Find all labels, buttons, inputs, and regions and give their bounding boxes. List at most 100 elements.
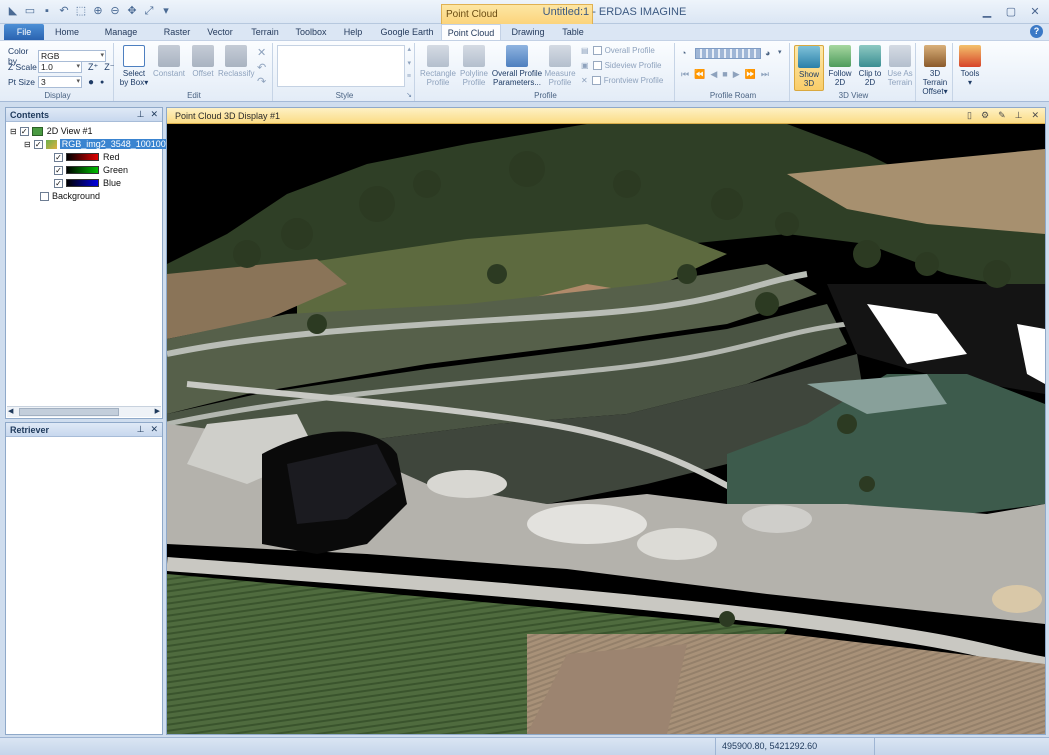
select-by-box-button[interactable]: Select by Box▾ <box>118 45 150 91</box>
style-launcher-icon[interactable]: ↘ <box>406 91 412 99</box>
undo-icon[interactable]: ↶ <box>57 4 71 18</box>
roam-reverse-icon[interactable]: ◀ <box>710 69 717 80</box>
redo-edit-icon[interactable]: ↷ <box>257 75 266 88</box>
contents-scrollbar[interactable]: ◀ ▶ <box>7 406 161 417</box>
rectangle-profile-button[interactable]: Rectangle Profile <box>419 45 457 91</box>
save-icon[interactable]: ▪ <box>40 4 54 18</box>
background-checkbox[interactable] <box>40 191 49 201</box>
layer-name[interactable]: RGB_img2_3548_10010013 <box>59 139 178 149</box>
tab-toolbox[interactable]: Toolbox <box>294 24 328 40</box>
tab-raster[interactable]: Raster <box>162 24 192 40</box>
view-checkbox[interactable]: ✓ <box>19 126 29 136</box>
overall-profile-checkbox[interactable] <box>592 46 602 55</box>
close-icon[interactable]: ✕ <box>1029 5 1041 18</box>
gallery-down-icon[interactable]: ▾ <box>407 59 411 67</box>
band-item-blue[interactable]: ✓ Blue <box>54 177 121 189</box>
show-3d-button[interactable]: Show 3D <box>794 45 824 91</box>
tab-google-earth[interactable]: Google Earth <box>380 24 434 40</box>
pin-icon[interactable]: ⊥ <box>137 424 145 435</box>
point-size-increase-icon[interactable]: ● <box>88 77 94 88</box>
maximize-icon[interactable]: ▢ <box>1005 5 1017 18</box>
tab-terrain[interactable]: Terrain <box>249 24 281 40</box>
band-checkbox[interactable]: ✓ <box>54 178 63 188</box>
layer-checkbox[interactable]: ✓ <box>33 139 43 149</box>
roam-stop-icon[interactable]: ■ <box>722 69 727 80</box>
roam-speed-slider[interactable] <box>695 48 761 59</box>
constant-button[interactable]: Constant <box>152 45 186 91</box>
tab-table[interactable]: Table <box>560 24 586 40</box>
zoom-out-icon[interactable]: ⊖ <box>108 4 122 18</box>
view-menu-icon[interactable]: ▯ <box>967 110 972 121</box>
select-icon[interactable]: ⬚ <box>74 4 88 18</box>
frontview-profile-checkbox[interactable] <box>591 76 601 85</box>
point-size-decrease-icon[interactable]: ● <box>100 79 104 86</box>
customize-qat-icon[interactable]: ▾ <box>159 4 173 18</box>
terrain-offset-button[interactable]: 3D Terrain Offset▾ <box>917 45 953 96</box>
scroll-right-icon[interactable]: ▶ <box>155 407 160 415</box>
band-item-green[interactable]: ✓ Green <box>54 164 128 176</box>
point-cloud-3d-canvas[interactable] <box>167 124 1045 734</box>
overall-profile-parameters-button[interactable]: Overall Profile Parameters... <box>491 45 543 91</box>
panel-close-icon[interactable]: ✕ <box>150 109 158 120</box>
tab-point-cloud[interactable]: Point Cloud <box>441 24 501 40</box>
speed-slow-icon[interactable]: ◔ <box>681 48 686 58</box>
roam-step-back-icon[interactable]: ⏪ <box>694 69 705 80</box>
tab-manage-data[interactable]: Manage Data <box>94 24 148 53</box>
zoom-in-icon[interactable]: ⊕ <box>91 4 105 18</box>
polyline-profile-button[interactable]: Polyline Profile <box>457 45 491 91</box>
fit-icon[interactable]: ⤢ <box>142 4 156 18</box>
speed-dropdown-icon[interactable]: ▾ <box>778 48 782 56</box>
view-pin-icon[interactable]: ⊥ <box>1015 110 1023 121</box>
roam-step-forward-icon[interactable]: ⏩ <box>745 69 756 80</box>
tab-drawing[interactable]: Drawing <box>510 24 546 40</box>
follow-2d-button[interactable]: Follow 2D <box>825 45 855 91</box>
collapse-icon[interactable]: ⊟ <box>24 140 31 149</box>
offset-button[interactable]: Offset <box>188 45 218 91</box>
help-icon[interactable]: ? <box>1030 25 1043 38</box>
sideview-profile-checkbox[interactable] <box>592 61 602 70</box>
app-logo-icon[interactable]: ◣ <box>6 4 20 18</box>
z-scale-down-icon[interactable]: Z⁻ <box>104 62 114 73</box>
speed-fast-icon[interactable]: ◕ <box>765 48 770 58</box>
scroll-left-icon[interactable]: ◀ <box>8 407 13 415</box>
open-icon[interactable]: ▭ <box>23 4 37 18</box>
contents-title: Contents <box>10 110 49 120</box>
tree-layer-node[interactable]: ⊟ ✓ RGB_img2_3548_10010013 <box>24 138 178 150</box>
roam-last-icon[interactable]: ⏭ <box>761 69 769 80</box>
gallery-up-icon[interactable]: ▴ <box>407 45 411 53</box>
tab-file[interactable]: File <box>4 24 44 40</box>
use-as-terrain-button[interactable]: Use As Terrain <box>885 45 915 91</box>
view-options-icon[interactable]: ✎ <box>998 110 1006 121</box>
tab-help[interactable]: Help <box>342 24 364 40</box>
z-scale-up-icon[interactable]: Z⁺ <box>88 62 98 73</box>
view-tab[interactable]: Point Cloud 3D Display #1 ▯ ⚙ ✎ ⊥ ✕ <box>167 108 1045 124</box>
band-item-red[interactable]: ✓ Red <box>54 151 120 163</box>
measure-profile-button[interactable]: Measure Profile <box>543 45 577 91</box>
band-checkbox[interactable]: ✓ <box>54 165 63 175</box>
tools-button[interactable]: Tools ▾ <box>955 45 985 91</box>
pan-icon[interactable]: ✥ <box>125 4 139 18</box>
reclassify-button[interactable]: Reclassify <box>218 45 254 91</box>
scroll-thumb[interactable] <box>19 408 119 416</box>
tree-view-node[interactable]: ⊟ ✓ 2D View #1 <box>10 125 93 137</box>
gallery-more-icon[interactable]: ≡ <box>407 73 411 80</box>
pt-size-select[interactable]: 3 <box>38 76 82 88</box>
collapse-icon[interactable]: ⊟ <box>10 127 17 136</box>
tab-home[interactable]: Home <box>54 24 80 40</box>
z-scale-select[interactable]: 1.0 <box>38 61 82 73</box>
roam-first-icon[interactable]: ⏮ <box>681 69 689 80</box>
view-tools-icon[interactable]: ⚙ <box>981 110 989 121</box>
minimize-icon[interactable]: ▁ <box>981 5 993 18</box>
delete-icon[interactable]: ✕ <box>257 46 266 59</box>
tab-vector[interactable]: Vector <box>205 24 235 40</box>
panel-close-icon[interactable]: ✕ <box>150 424 158 435</box>
clip-to-2d-button[interactable]: Clip to 2D <box>855 45 885 91</box>
undo-edit-icon[interactable]: ↶ <box>257 61 266 74</box>
background-node[interactable]: Background <box>40 190 100 202</box>
pin-icon[interactable]: ⊥ <box>137 109 145 120</box>
band-checkbox[interactable]: ✓ <box>54 152 63 162</box>
style-gallery[interactable] <box>277 45 405 87</box>
view-close-icon[interactable]: ✕ <box>1031 110 1039 121</box>
point-cloud-render <box>167 124 1045 734</box>
roam-play-icon[interactable]: ▶ <box>733 69 740 80</box>
